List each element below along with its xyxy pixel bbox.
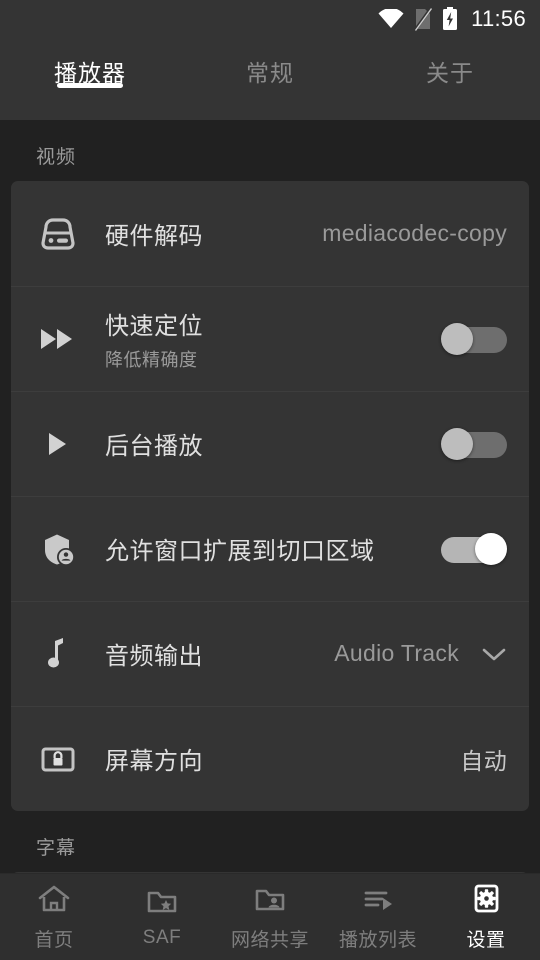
- nav-item-settings[interactable]: 设置: [432, 883, 540, 952]
- hard-drive-icon: [11, 213, 105, 255]
- tab-about[interactable]: 关于: [360, 38, 540, 88]
- toggle-background-playback[interactable]: [441, 427, 507, 460]
- setting-text-audio-output: 音频输出: [105, 636, 326, 671]
- setting-row-audio-output[interactable]: 音频输出 Audio Track: [11, 601, 529, 706]
- settings-scroll-area[interactable]: 视频 硬件解码 mediacodec-copy 快速定位 降低精确度 后台播放 …: [0, 120, 540, 873]
- status-bar: 11:56: [0, 0, 540, 38]
- setting-text-hardware-decoding: 硬件解码: [105, 216, 314, 251]
- app-screen: 11:56 播放器 常规 关于 视频 硬件解码 mediacodec-copy …: [0, 0, 540, 960]
- toggle-display-cutout[interactable]: [441, 532, 507, 565]
- section-title-video: 视频: [36, 147, 77, 168]
- toggle-thumb: [441, 427, 473, 460]
- nav-item-saf[interactable]: SAF: [108, 885, 216, 949]
- setting-text-screen-orientation: 屏幕方向: [105, 741, 452, 776]
- folder-person-icon: [252, 883, 288, 920]
- setting-value-hardware-decoding: mediacodec-copy: [322, 220, 507, 246]
- setting-title: 硬件解码: [105, 223, 203, 250]
- sim-off-icon: [414, 7, 433, 31]
- setting-row-display-cutout[interactable]: 允许窗口扩展到切口区域: [11, 496, 529, 601]
- screen-lock-icon: [11, 738, 105, 780]
- toggle-thumb: [441, 322, 473, 355]
- setting-text-display-cutout: 允许窗口扩展到切口区域: [105, 531, 431, 566]
- nav-item-home[interactable]: 首页: [0, 883, 108, 952]
- tab-general-label: 常规: [246, 60, 294, 86]
- setting-row-background-playback[interactable]: 后台播放: [11, 391, 529, 496]
- setting-value-screen-orientation: 自动: [460, 747, 507, 774]
- play-icon: [11, 426, 105, 462]
- setting-title: 后台播放: [105, 433, 203, 460]
- folder-star-icon: [144, 885, 180, 922]
- nav-label-playlist: 播放列表: [338, 929, 417, 951]
- nav-item-playlist[interactable]: 播放列表: [324, 883, 432, 952]
- nav-label-network-share: 网络共享: [230, 929, 309, 951]
- music-note-icon: [11, 633, 105, 675]
- nav-label-saf: SAF: [142, 927, 182, 948]
- tab-bar: 播放器 常规 关于: [0, 38, 540, 120]
- fast-forward-icon: [11, 321, 105, 357]
- setting-row-screen-orientation[interactable]: 屏幕方向 自动: [11, 706, 529, 811]
- battery-charging-icon: [442, 7, 458, 31]
- setting-row-hardware-decoding[interactable]: 硬件解码 mediacodec-copy: [11, 181, 529, 286]
- nav-item-network-share[interactable]: 网络共享: [216, 883, 324, 952]
- nav-label-home: 首页: [34, 929, 74, 951]
- bottom-navigation: 首页 SAF 网络共享 播放列表 设置: [0, 873, 540, 960]
- toggle-thumb: [475, 532, 507, 565]
- tab-about-label: 关于: [426, 60, 474, 86]
- tab-player[interactable]: 播放器: [0, 38, 180, 88]
- setting-subtitle: 降低精确度: [105, 349, 198, 370]
- setting-row-fast-seeking[interactable]: 快速定位 降低精确度: [11, 286, 529, 391]
- tab-active-indicator: [57, 83, 123, 88]
- setting-text-fast-seeking: 快速定位 降低精确度: [105, 306, 431, 372]
- chevron-down-icon[interactable]: [481, 646, 507, 662]
- setting-title: 快速定位: [105, 312, 203, 340]
- playlist-play-icon: [360, 883, 396, 920]
- setting-value-audio-output: Audio Track: [334, 640, 459, 666]
- shield-person-icon: [11, 528, 105, 570]
- setting-text-background-playback: 后台播放: [105, 426, 431, 461]
- setting-title: 允许窗口扩展到切口区域: [105, 538, 375, 565]
- nav-label-settings: 设置: [466, 929, 506, 951]
- home-icon: [36, 883, 72, 920]
- toggle-fast-seeking[interactable]: [441, 322, 507, 355]
- tab-general[interactable]: 常规: [180, 38, 360, 88]
- setting-title: 音频输出: [105, 643, 203, 670]
- settings-gear-icon: [468, 883, 504, 920]
- settings-card-video: 硬件解码 mediacodec-copy 快速定位 降低精确度 后台播放 允许窗…: [11, 181, 529, 811]
- wifi-icon: [378, 9, 404, 29]
- status-bar-clock: 11:56: [471, 6, 526, 31]
- setting-title: 屏幕方向: [105, 748, 203, 775]
- section-title-subtitle: 字幕: [36, 838, 77, 859]
